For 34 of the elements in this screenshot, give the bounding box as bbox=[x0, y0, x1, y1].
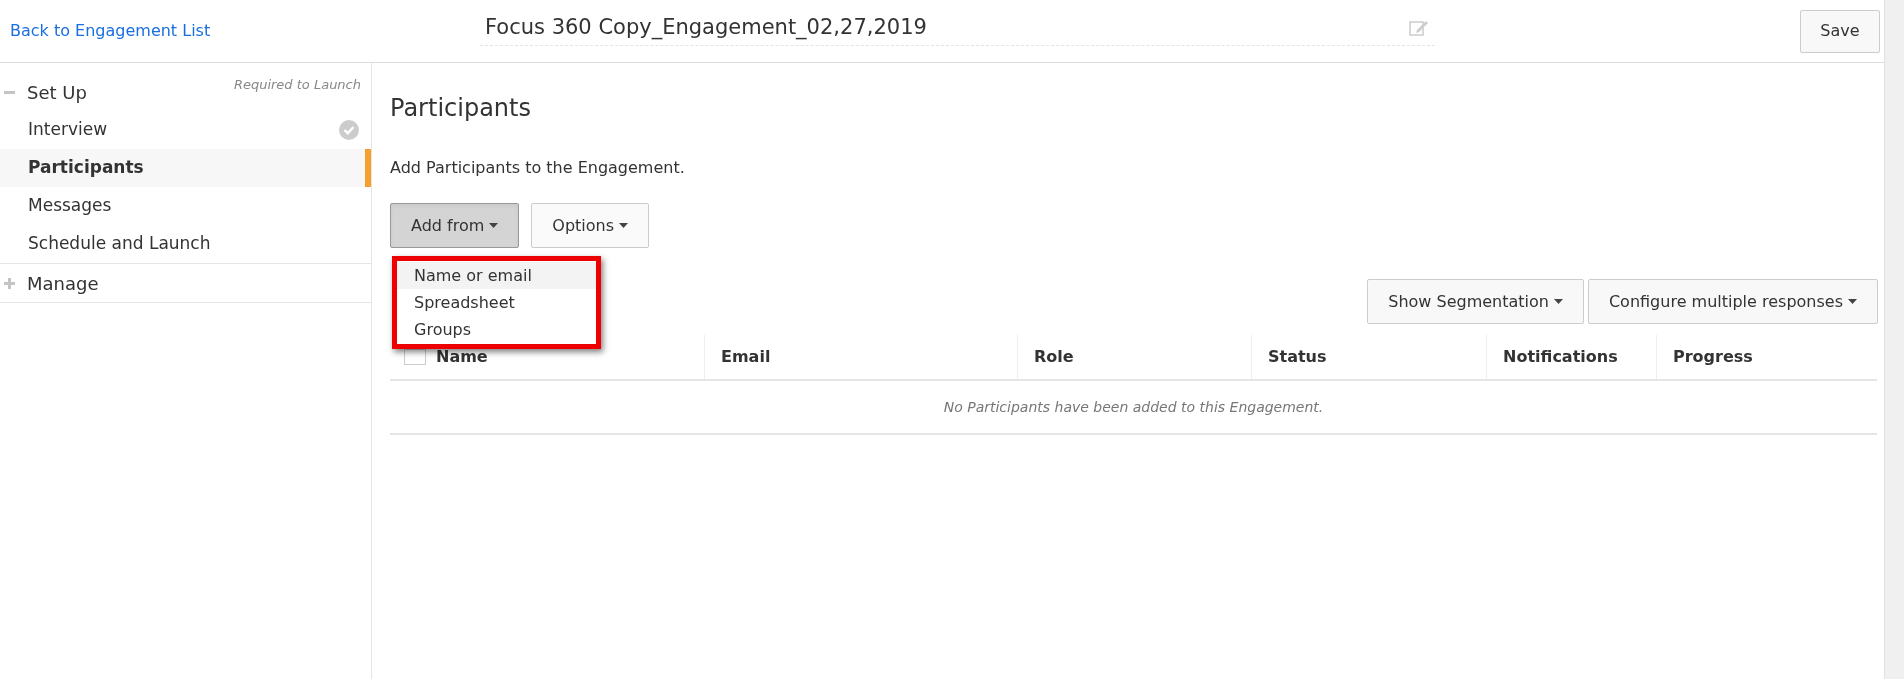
caret-icon bbox=[1553, 299, 1563, 304]
empty-message: No Participants have been added to this Engagement. bbox=[943, 397, 1324, 417]
page-heading: Participants bbox=[390, 93, 532, 124]
caret-icon bbox=[619, 223, 629, 228]
save-button[interactable]: Save bbox=[1800, 9, 1880, 53]
sidebar-item[interactable]: Participants bbox=[0, 149, 371, 187]
dropdown-button[interactable]: Configure multiple responses bbox=[1587, 279, 1878, 324]
column-header: Role bbox=[1034, 346, 1074, 368]
dropdown-button[interactable]: Show Segmentation bbox=[1367, 279, 1584, 324]
column-header: Email bbox=[721, 346, 771, 368]
dropdown-button[interactable]: Add from bbox=[390, 203, 520, 248]
caret-icon bbox=[489, 223, 499, 228]
sidebar-item[interactable]: Schedule and Launch bbox=[0, 225, 371, 263]
menu-item[interactable]: Spreadsheet bbox=[397, 289, 596, 316]
column-header: Notifications bbox=[1503, 346, 1618, 368]
column-header: Name bbox=[436, 346, 488, 368]
plus-icon[interactable] bbox=[4, 277, 15, 289]
menu-item[interactable]: Groups bbox=[397, 316, 596, 343]
section-header[interactable]: Set Up bbox=[27, 78, 87, 106]
edit-icon[interactable] bbox=[1409, 18, 1429, 37]
menu-item[interactable]: Name or email bbox=[397, 262, 596, 289]
column-header: Status bbox=[1268, 346, 1327, 368]
section-header[interactable]: Manage bbox=[27, 269, 99, 297]
scrollbar[interactable] bbox=[1884, 0, 1904, 679]
caret-icon bbox=[1848, 299, 1857, 304]
back-link[interactable]: Back to Engagement List bbox=[10, 19, 211, 43]
dropdown-button[interactable]: Options bbox=[531, 203, 650, 248]
engagement-title: Focus 360 Copy_Engagement_02,27,2019 bbox=[485, 13, 927, 42]
required-note: Required to Launch bbox=[233, 76, 361, 94]
description-text: Add Participants to the Engagement. bbox=[390, 157, 686, 179]
sidebar-item[interactable]: Interview bbox=[0, 111, 371, 149]
checkbox[interactable] bbox=[404, 349, 426, 365]
sidebar-item[interactable]: Messages bbox=[0, 187, 371, 225]
column-header: Progress bbox=[1673, 346, 1753, 368]
